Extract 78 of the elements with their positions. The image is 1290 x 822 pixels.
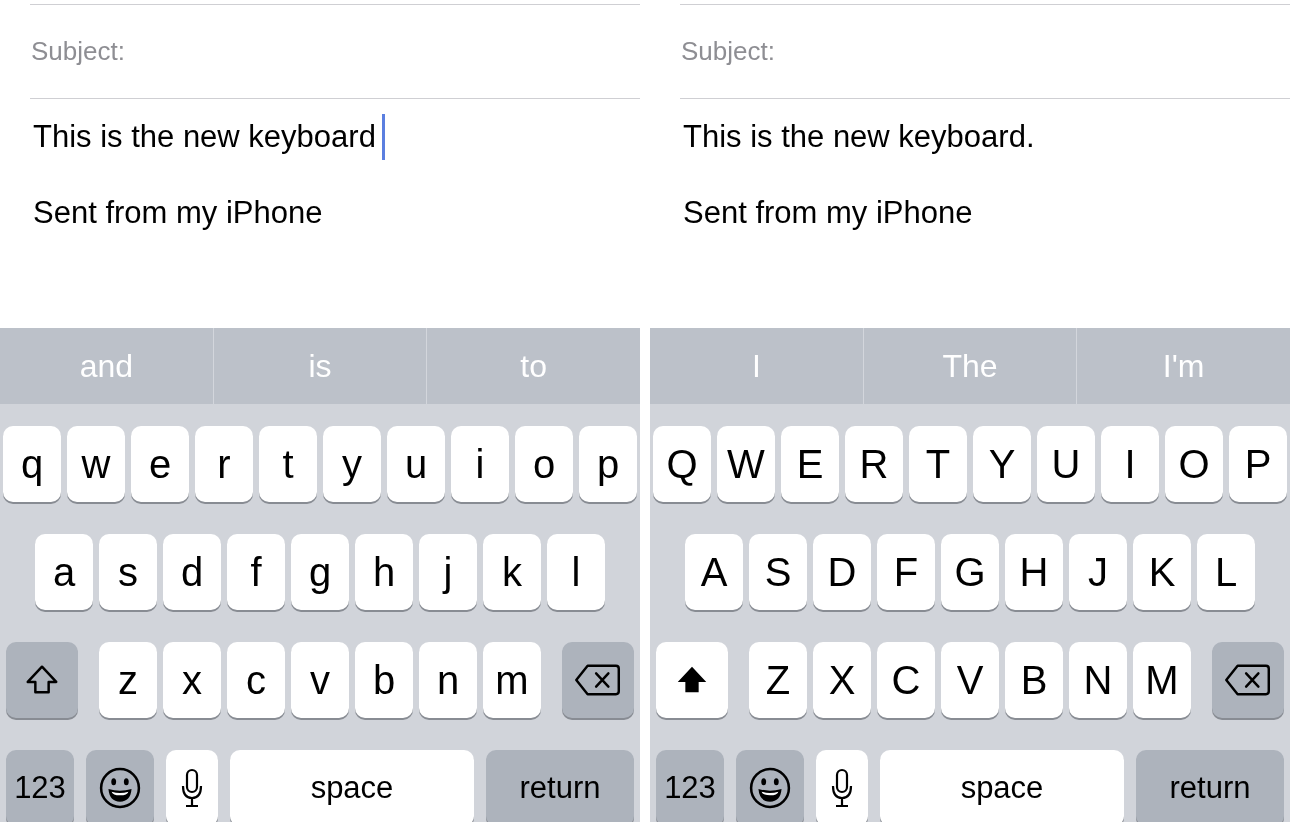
letter-key[interactable]: u (387, 426, 445, 502)
letter-key[interactable]: x (163, 642, 221, 718)
message-text: This is the new keyboard (33, 119, 376, 155)
space-key[interactable]: space (880, 750, 1124, 822)
delete-key[interactable] (1212, 642, 1284, 718)
letter-key[interactable]: Q (653, 426, 711, 502)
letter-key[interactable]: e (131, 426, 189, 502)
letter-key[interactable]: V (941, 642, 999, 718)
signature-text: Sent from my iPhone (683, 195, 974, 231)
letter-key[interactable]: j (419, 534, 477, 610)
letter-key[interactable]: B (1005, 642, 1063, 718)
letter-key[interactable]: n (419, 642, 477, 718)
letter-key[interactable]: T (909, 426, 967, 502)
letter-key[interactable]: H (1005, 534, 1063, 610)
letter-key[interactable]: Z (749, 642, 807, 718)
letter-key[interactable]: X (813, 642, 871, 718)
letter-key[interactable]: f (227, 534, 285, 610)
letter-key[interactable]: c (227, 642, 285, 718)
letter-key[interactable]: O (1165, 426, 1223, 502)
letter-key[interactable]: i (451, 426, 509, 502)
letter-key[interactable]: y (323, 426, 381, 502)
letter-key[interactable]: G (941, 534, 999, 610)
letter-key[interactable]: J (1069, 534, 1127, 610)
letter-key[interactable]: S (749, 534, 807, 610)
shift-key[interactable] (656, 642, 728, 718)
letter-key[interactable]: U (1037, 426, 1095, 502)
letter-key[interactable]: K (1133, 534, 1191, 610)
return-key[interactable]: return (486, 750, 634, 822)
letter-key[interactable]: P (1229, 426, 1287, 502)
letter-key[interactable]: w (67, 426, 125, 502)
letter-key[interactable]: I (1101, 426, 1159, 502)
letter-key[interactable]: a (35, 534, 93, 610)
letter-key[interactable]: z (99, 642, 157, 718)
smiley-icon (749, 767, 791, 809)
numbers-key[interactable]: 123 (656, 750, 724, 822)
delete-icon (574, 663, 622, 697)
letter-key[interactable]: s (99, 534, 157, 610)
message-text: This is the new keyboard. (683, 119, 1035, 155)
letter-key[interactable]: m (483, 642, 541, 718)
smiley-icon (99, 767, 141, 809)
space-key[interactable]: space (230, 750, 474, 822)
letter-key[interactable]: b (355, 642, 413, 718)
letter-key[interactable]: p (579, 426, 637, 502)
letter-key[interactable]: N (1069, 642, 1127, 718)
letter-key[interactable]: d (163, 534, 221, 610)
delete-icon (1224, 663, 1272, 697)
letter-key[interactable]: r (195, 426, 253, 502)
subject-label: Subject: (31, 36, 125, 67)
letter-key[interactable]: C (877, 642, 935, 718)
emoji-key[interactable] (736, 750, 804, 822)
letter-key[interactable]: g (291, 534, 349, 610)
return-key[interactable]: return (1136, 750, 1284, 822)
letter-key[interactable]: t (259, 426, 317, 502)
letter-key[interactable]: A (685, 534, 743, 610)
shift-key[interactable] (6, 642, 78, 718)
numbers-key[interactable]: 123 (6, 750, 74, 822)
microphone-icon (180, 768, 204, 808)
letter-key[interactable]: M (1133, 642, 1191, 718)
letter-key[interactable]: l (547, 534, 605, 610)
letter-key[interactable]: v (291, 642, 349, 718)
letter-key[interactable]: q (3, 426, 61, 502)
microphone-key[interactable] (816, 750, 868, 822)
delete-key[interactable] (562, 642, 634, 718)
microphone-icon (830, 768, 854, 808)
signature-text: Sent from my iPhone (33, 195, 324, 231)
letter-key[interactable]: L (1197, 534, 1255, 610)
letter-key[interactable]: F (877, 534, 935, 610)
letter-key[interactable]: o (515, 426, 573, 502)
microphone-key[interactable] (166, 750, 218, 822)
letter-key[interactable]: D (813, 534, 871, 610)
letter-key[interactable]: W (717, 426, 775, 502)
emoji-key[interactable] (86, 750, 154, 822)
letter-key[interactable]: R (845, 426, 903, 502)
letter-key[interactable]: E (781, 426, 839, 502)
letter-key[interactable]: Y (973, 426, 1031, 502)
letter-key[interactable]: h (355, 534, 413, 610)
letter-key[interactable]: k (483, 534, 541, 610)
subject-label: Subject: (681, 36, 775, 67)
